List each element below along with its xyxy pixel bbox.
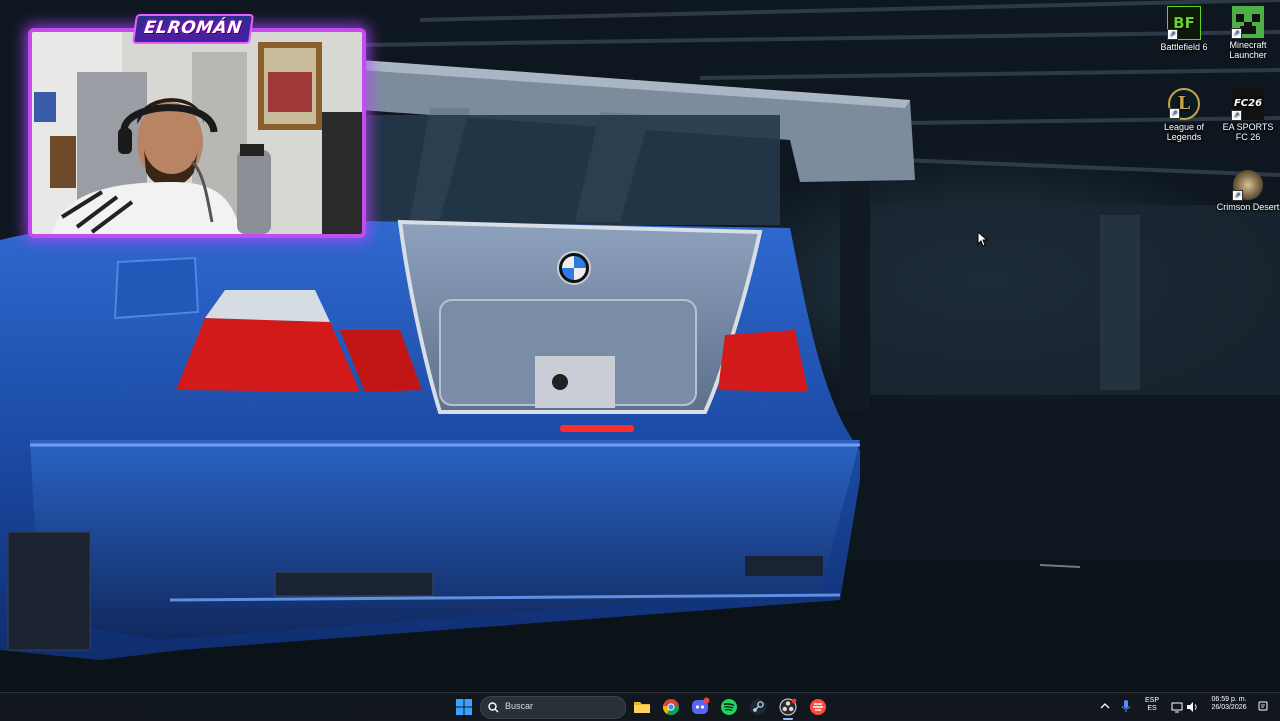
shortcut-arrow-icon: ↗ xyxy=(1169,108,1180,119)
shortcut-arrow-icon: ↗ xyxy=(1231,28,1242,39)
desktop-icon-label: Crimson Desert xyxy=(1216,202,1280,212)
desktop-icon-label: Battlefield 6 xyxy=(1160,42,1208,52)
steam-icon[interactable] xyxy=(748,697,768,717)
discord-icon[interactable] xyxy=(690,697,710,717)
desktop-icon-label: Minecraft Launcher xyxy=(1229,40,1267,60)
windows-start-icon[interactable] xyxy=(454,697,474,717)
search-placeholder: Buscar xyxy=(505,701,534,711)
webcam-overlay xyxy=(28,28,366,238)
desktop-icon-battlefield-6[interactable]: BF ↗ Battlefield 6 xyxy=(1152,6,1216,52)
spotify-icon[interactable] xyxy=(719,697,739,717)
file-explorer-icon[interactable] xyxy=(632,697,652,717)
webcam-feed xyxy=(32,32,362,234)
desktop-icon-ea-sports-fc-26[interactable]: FC26 ↗ EA SPORTS FC 26 xyxy=(1216,88,1280,142)
desktop-icon-crimson-desert[interactable]: ↗ Crimson Desert xyxy=(1216,170,1280,212)
search-icon xyxy=(488,702,499,713)
shortcut-arrow-icon: ↗ xyxy=(1232,190,1243,201)
notification-bell-icon[interactable] xyxy=(1258,701,1268,712)
clock-date: 26/03/2026 xyxy=(1211,704,1247,711)
clock-time: 06:59 p. m. xyxy=(1211,696,1247,703)
network-icon[interactable] xyxy=(1171,701,1183,713)
chrome-icon[interactable] xyxy=(661,697,681,717)
taskbar-search-box[interactable]: Buscar xyxy=(480,696,626,719)
language-code: ESP xyxy=(1144,697,1159,704)
shortcut-arrow-icon: ↗ xyxy=(1167,29,1178,40)
crimson-desert-icon: ↗ xyxy=(1232,170,1263,201)
minecraft-launcher-icon: ↗ xyxy=(1231,6,1264,39)
keyboard-layout: ES xyxy=(1147,705,1157,712)
ea-app-icon[interactable] xyxy=(808,697,828,717)
microphone-icon[interactable] xyxy=(1121,699,1131,713)
volume-icon[interactable] xyxy=(1186,701,1198,713)
battlefield-6-icon: BF ↗ xyxy=(1167,6,1201,40)
shortcut-arrow-icon: ↗ xyxy=(1231,110,1242,121)
webcam-name-badge: ELROMÁN xyxy=(131,14,254,44)
desktop-icon-minecraft-launcher[interactable]: ↗ Minecraft Launcher xyxy=(1216,6,1280,60)
league-of-legends-icon: L ↗ xyxy=(1168,88,1200,120)
clock[interactable]: 06:59 p. m. 26/03/2026 xyxy=(1204,696,1254,712)
taskbar: Buscar ESP ES 06:59 p. m. 26/03/2026 xyxy=(0,692,1280,721)
desktop-icon-label: League of Legends xyxy=(1163,122,1205,142)
obs-icon[interactable] xyxy=(778,697,798,717)
mouse-cursor-icon xyxy=(977,231,989,247)
desktop-icon-label: EA SPORTS FC 26 xyxy=(1222,122,1274,142)
language-indicator[interactable]: ESP ES xyxy=(1140,697,1164,713)
chevron-up-icon[interactable] xyxy=(1100,702,1110,710)
desktop-icon-league-of-legends[interactable]: L ↗ League of Legends xyxy=(1152,88,1216,142)
ea-sports-fc-26-icon: FC26 ↗ xyxy=(1231,88,1264,121)
